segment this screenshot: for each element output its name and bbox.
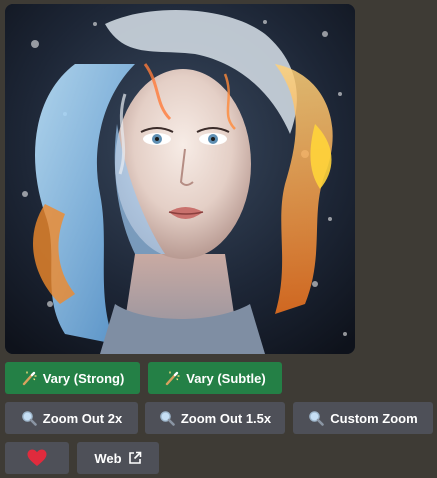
vary-subtle-button[interactable]: Vary (Subtle) [148,362,282,394]
web-link-button[interactable]: Web [77,442,159,474]
external-link-icon [128,451,142,465]
magic-wand-icon [164,370,180,386]
magnifier-icon [159,410,175,426]
custom-zoom-label: Custom Zoom [330,410,418,426]
magic-wand-icon [21,370,37,386]
vary-strong-label: Vary (Strong) [42,370,125,386]
magnifier-icon [308,410,325,426]
portrait-illustration [5,4,355,354]
generated-image[interactable] [5,4,355,354]
zoom-out-1-5x-label: Zoom Out 1.5x [180,410,272,426]
custom-zoom-button[interactable]: Custom Zoom [293,402,433,434]
heart-icon [27,449,47,467]
web-label: Web [94,450,122,466]
zoom-out-1-5x-button[interactable]: Zoom Out 1.5x [145,402,285,434]
zoom-out-2x-label: Zoom Out 2x [42,410,123,426]
vary-strong-button[interactable]: Vary (Strong) [5,362,140,394]
vary-subtle-label: Vary (Subtle) [186,370,266,386]
zoom-out-2x-button[interactable]: Zoom Out 2x [5,402,138,434]
magnifier-icon [21,410,37,426]
message-attachment: Vary (Strong) Vary (Subtle) Zoom Out 2x [0,0,437,478]
favorite-button[interactable] [5,442,69,474]
